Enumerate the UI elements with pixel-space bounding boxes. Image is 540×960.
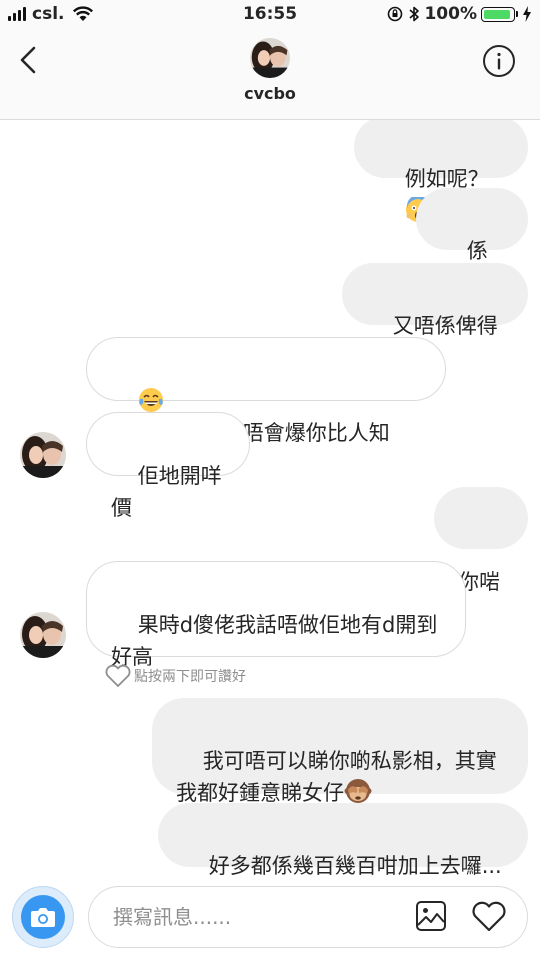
camera-icon bbox=[31, 908, 55, 927]
conversation-header: cvcbo bbox=[0, 30, 540, 120]
message-bubble-outgoing[interactable]: 你啱 bbox=[434, 487, 528, 594]
conversation-username[interactable]: cvcbo bbox=[0, 84, 540, 103]
message-bubble-outgoing[interactable]: 例如呢？ bbox=[354, 120, 528, 222]
back-button[interactable] bbox=[14, 42, 46, 78]
status-bar: csl. 16:55 100% bbox=[0, 0, 540, 30]
message-input-container bbox=[88, 886, 528, 948]
message-bubble-outgoing[interactable]: 我可唔可以睇你啲私影相，其實 我都好鍾意睇女仔 bbox=[152, 698, 528, 805]
message-input[interactable] bbox=[113, 887, 403, 947]
avatar[interactable] bbox=[20, 612, 66, 658]
tears-of-joy-emoji-icon bbox=[138, 388, 163, 412]
see-no-evil-monkey-emoji-icon bbox=[344, 779, 372, 803]
charging-bolt-icon bbox=[523, 6, 531, 22]
message-bubble-outgoing[interactable]: 係呀... bbox=[416, 188, 528, 295]
message-thread[interactable]: 例如呢？ 係呀... 又唔係俾得多 機密，我都唔會爆你比人知 bbox=[0, 120, 540, 880]
heart-outline-icon bbox=[105, 664, 131, 687]
double-tap-like-hint: 點按兩下即可讚好 bbox=[104, 664, 246, 688]
gallery-button[interactable] bbox=[415, 900, 447, 932]
message-bubble-outgoing[interactable]: 好多都係幾百幾百咁加上去囉... bbox=[158, 803, 528, 878]
avatar[interactable] bbox=[250, 38, 290, 78]
battery-percent: 100% bbox=[424, 4, 477, 24]
avatar[interactable] bbox=[20, 432, 66, 478]
info-button[interactable] bbox=[482, 44, 516, 78]
message-bubble-outgoing[interactable]: 又唔係俾得多 bbox=[342, 263, 528, 370]
camera-button[interactable] bbox=[12, 886, 74, 948]
message-bubble-incoming[interactable]: 佢地開咩價 bbox=[86, 412, 250, 520]
bluetooth-icon bbox=[409, 6, 420, 22]
orientation-lock-icon bbox=[388, 6, 403, 22]
message-composer bbox=[0, 880, 540, 960]
message-bubble-incoming[interactable]: 機密，我都唔會爆你比人知 bbox=[86, 337, 446, 445]
message-bubble-incoming[interactable]: 果時d傻佬我話唔做佢地有d開到 好高 bbox=[86, 561, 466, 669]
battery-icon bbox=[481, 6, 515, 22]
heart-like-button[interactable] bbox=[471, 899, 507, 933]
